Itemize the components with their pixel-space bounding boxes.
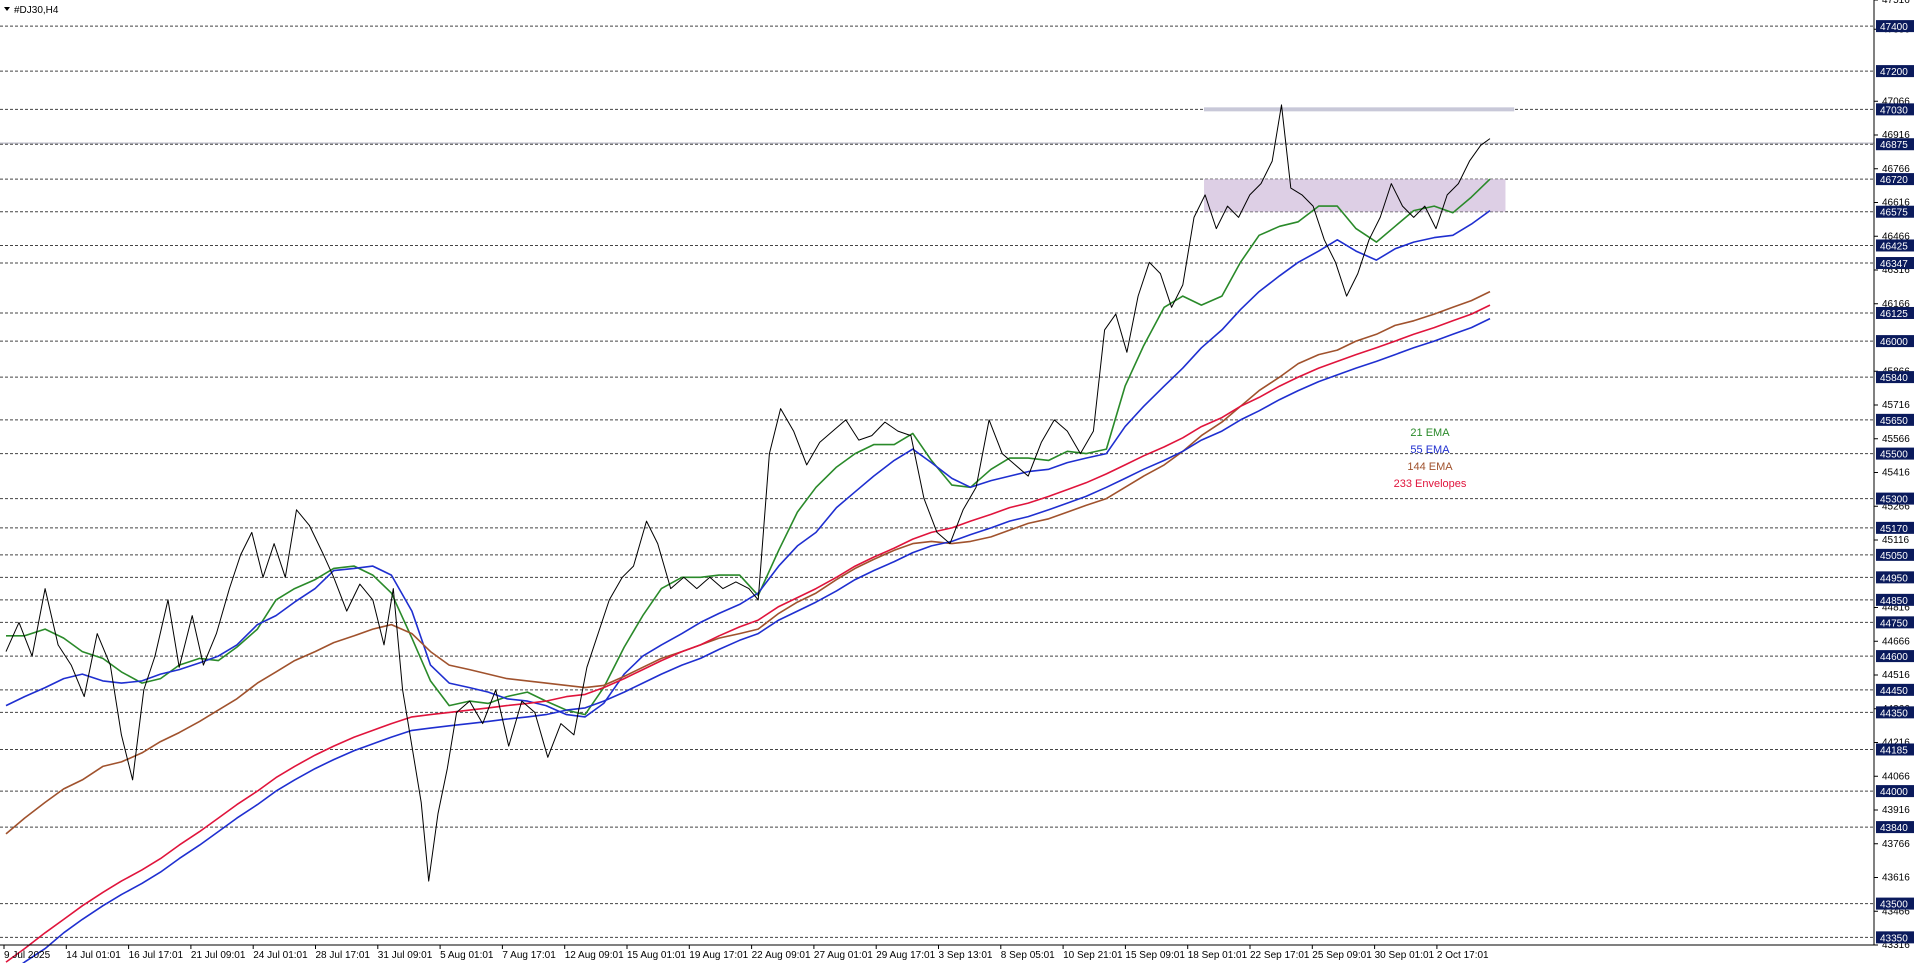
y-tick-label-major: 46720 (1880, 175, 1908, 186)
resistance-band (1204, 107, 1515, 112)
chart-area: 4751647386470664691646766466164646646316… (0, 0, 1916, 963)
y-tick-label-major: 44850 (1880, 596, 1908, 607)
x-tick-label: 8 Sep 05:01 (1001, 950, 1055, 961)
y-tick-label-major: 43840 (1880, 823, 1908, 834)
y-tick-label-major: 45300 (1880, 495, 1908, 506)
x-tick-label: 14 Jul 01:01 (66, 950, 121, 961)
y-tick-label-major: 46347 (1880, 259, 1908, 270)
y-tick-label-major: 44185 (1880, 745, 1908, 756)
x-tick-label: 15 Aug 01:01 (627, 950, 686, 961)
legend-label: 55 EMA (1410, 444, 1450, 456)
x-tick-label: 22 Aug 09:01 (752, 950, 811, 961)
y-tick-label-major: 47200 (1880, 67, 1908, 78)
x-tick-label: 28 Jul 17:01 (316, 950, 371, 961)
legend-label: 21 EMA (1410, 427, 1450, 439)
x-tick-label: 18 Sep 01:01 (1188, 950, 1248, 961)
x-tick-label: 5 Aug 01:01 (440, 950, 494, 961)
x-tick-label: 25 Sep 09:01 (1312, 950, 1372, 961)
x-tick-label: 12 Aug 09:01 (565, 950, 624, 961)
y-tick-label-major: 44000 (1880, 787, 1908, 798)
y-tick-label-minor: 47516 (1882, 0, 1910, 6)
x-tick-label: 15 Sep 09:01 (1125, 950, 1185, 961)
x-tick-label: 29 Aug 17:01 (876, 950, 935, 961)
chart-title: #DJ30,H4 (14, 5, 59, 16)
x-tick-label: 9 Jul 2025 (4, 950, 51, 961)
x-tick-label: 2 Oct 17:01 (1437, 950, 1489, 961)
y-tick-label-minor: 45566 (1882, 434, 1910, 445)
x-tick-label: 16 Jul 17:01 (129, 950, 184, 961)
legend-label: 144 EMA (1407, 461, 1453, 473)
y-tick-label-minor: 44516 (1882, 670, 1910, 681)
y-tick-label-minor: 44066 (1882, 771, 1910, 782)
y-tick-label-major: 46875 (1880, 140, 1908, 151)
y-tick-label-minor: 43616 (1882, 873, 1910, 884)
y-tick-label-major: 45500 (1880, 450, 1908, 461)
y-tick-label-major: 44750 (1880, 618, 1908, 629)
y-tick-label-major: 46575 (1880, 208, 1908, 219)
y-tick-label-major: 47400 (1880, 22, 1908, 33)
y-tick-label-minor: 45416 (1882, 468, 1910, 479)
y-tick-label-minor: 45716 (1882, 400, 1910, 411)
y-tick-label-major: 46000 (1880, 337, 1908, 348)
x-tick-label: 31 Jul 09:01 (378, 950, 433, 961)
legend-label: 233 Envelopes (1394, 478, 1467, 490)
x-tick-label: 22 Sep 17:01 (1250, 950, 1310, 961)
y-tick-label-major: 47030 (1880, 105, 1908, 116)
y-tick-label-major: 45650 (1880, 416, 1908, 427)
x-tick-label: 10 Sep 21:01 (1063, 950, 1123, 961)
y-tick-label-major: 43350 (1880, 933, 1908, 944)
y-tick-label-minor: 45116 (1882, 535, 1910, 546)
x-tick-label: 27 Aug 01:01 (814, 950, 873, 961)
y-tick-label-minor: 43916 (1882, 805, 1910, 816)
y-tick-label-major: 44950 (1880, 573, 1908, 584)
x-tick-label: 3 Sep 13:01 (939, 950, 993, 961)
y-tick-label-minor: 44666 (1882, 636, 1910, 647)
y-tick-label-major: 45050 (1880, 551, 1908, 562)
y-tick-label-major: 46125 (1880, 309, 1908, 320)
y-tick-label-major: 45170 (1880, 524, 1908, 535)
y-tick-label-major: 43500 (1880, 900, 1908, 911)
y-tick-label-major: 44450 (1880, 686, 1908, 697)
y-tick-label-major: 44600 (1880, 652, 1908, 663)
x-tick-label: 30 Sep 01:01 (1375, 950, 1435, 961)
plot-background (0, 0, 1874, 945)
x-tick-label: 24 Jul 01:01 (253, 950, 308, 961)
x-tick-label: 19 Aug 17:01 (689, 950, 748, 961)
price-chart: 4751647386470664691646766466164646646316… (0, 0, 1914, 963)
y-tick-label-major: 46425 (1880, 241, 1908, 252)
x-tick-label: 21 Jul 09:01 (191, 950, 246, 961)
y-tick-label-major: 45840 (1880, 373, 1908, 384)
y-tick-label-minor: 43766 (1882, 839, 1910, 850)
y-tick-label-major: 44350 (1880, 708, 1908, 719)
x-tick-label: 7 Aug 17:01 (502, 950, 556, 961)
